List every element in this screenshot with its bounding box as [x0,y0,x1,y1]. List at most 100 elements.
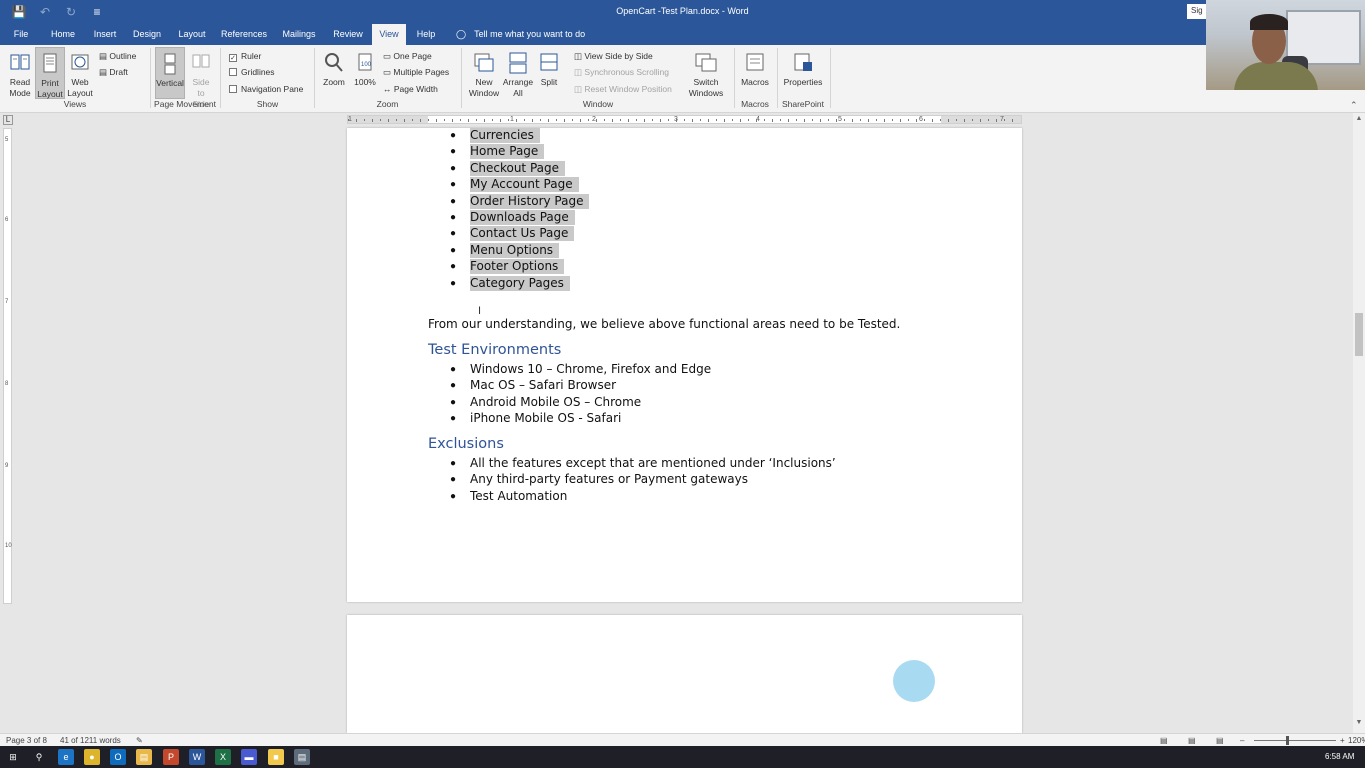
bullet-icon: ● [450,458,457,469]
list-item[interactable]: Contact Us Page [470,226,575,241]
list-item[interactable]: Menu Options [470,243,560,258]
web-layout-button[interactable]: Web Layout [66,51,94,99]
print-layout-view-icon[interactable]: ▤ [1188,736,1196,745]
list-item[interactable]: Any third-party features or Payment gate… [470,472,748,486]
list-item-text: Menu Options [470,243,560,258]
scroll-up-icon[interactable]: ▲ [1353,115,1365,122]
notes-icon[interactable]: ■ [268,749,284,765]
tell-me-search[interactable]: ◯ Tell me what you want to do [456,24,585,45]
read-mode-button[interactable]: Read Mode [6,51,34,99]
horizontal-ruler[interactable]: 1 1 2 3 4 5 6 7 [347,115,1022,124]
list-item[interactable]: Category Pages [470,276,570,291]
print-layout-button[interactable]: Print Layout [35,47,65,99]
tab-layout[interactable]: Layout [175,24,209,45]
word-icon[interactable]: W [189,749,205,765]
vertical-button[interactable]: Vertical [155,47,185,99]
tab-selector[interactable]: L [3,115,13,125]
tab-insert[interactable]: Insert [90,24,120,45]
clock[interactable]: 6:58 AM [1325,752,1354,761]
page-width-button[interactable]: ↔ Page Width [383,82,438,96]
exclusions-heading[interactable]: Exclusions [428,436,504,452]
multiple-pages-label: Multiple Pages [393,67,450,77]
tab-references[interactable]: References [221,24,267,45]
ruler-tick [804,119,805,122]
ruler-tick [548,119,549,122]
ruler-tick [380,119,381,121]
word-count[interactable]: 41 of 1211 words [60,736,121,745]
tab-file[interactable]: File [8,24,34,45]
list-item[interactable]: iPhone Mobile OS - Safari [470,411,621,425]
web-layout-view-icon[interactable]: ▤ [1216,736,1224,745]
chat-icon[interactable]: ▬ [241,749,257,765]
ribbon-separator [314,48,315,108]
tab-review[interactable]: Review [330,24,366,45]
reset-window-position-button[interactable]: ◫ Reset Window Position [574,82,672,96]
switch-windows-button[interactable]: Switch Windows [684,51,728,99]
list-item[interactable]: All the features except that are mention… [470,456,836,470]
ruler-tick [580,119,581,122]
vertical-scrollbar[interactable]: ▲ ▼ [1353,113,1365,733]
outline-button[interactable]: ▤ Outline [99,49,136,63]
new-window-button[interactable]: New Window [467,51,501,99]
ruler-tick [644,119,645,122]
collapse-ribbon-icon[interactable]: ⌃ [1350,100,1358,111]
app-icon[interactable]: ▤ [294,749,310,765]
synchronous-scrolling-button[interactable]: ◫ Synchronous Scrolling [574,65,669,79]
zoom-100-button[interactable]: 100 100% [352,51,378,88]
navigation-pane-checkbox[interactable]: Navigation Pane [229,82,303,96]
draft-button[interactable]: ▤ Draft [99,65,128,79]
tab-design[interactable]: Design [132,24,162,45]
file-explorer-icon[interactable]: ▤ [136,749,152,765]
one-page-button[interactable]: ▭ One Page [383,49,432,63]
ruler-checkbox[interactable]: ✓ Ruler [229,49,261,63]
zoom-button[interactable]: Zoom [320,51,348,88]
body-paragraph[interactable]: From our understanding, we believe above… [428,317,900,331]
tab-help[interactable]: Help [412,24,440,45]
split-button[interactable]: Split [536,51,562,88]
list-item[interactable]: Order History Page [470,194,590,209]
ruler-tick [732,119,733,121]
multiple-pages-button[interactable]: ▭ Multiple Pages [383,65,449,79]
list-item[interactable]: Mac OS – Safari Browser [470,378,616,392]
test-environments-heading[interactable]: Test Environments [428,342,561,358]
list-item[interactable]: Currencies [470,128,540,143]
zoom-level[interactable]: 120% [1348,736,1365,745]
search-icon[interactable]: ⚲ [31,749,47,765]
scrollbar-thumb[interactable] [1355,313,1363,356]
view-side-by-side-button[interactable]: ◫ View Side by Side [574,49,653,63]
list-item[interactable]: My Account Page [470,177,579,192]
zoom-in-icon[interactable]: + [1340,736,1345,745]
vertical-ruler[interactable]: 5 6 7 8 9 10 [3,128,12,604]
list-item[interactable]: Android Mobile OS – Chrome [470,395,641,409]
list-item[interactable]: Windows 10 – Chrome, Firefox and Edge [470,362,711,376]
properties-button[interactable]: Properties [782,51,824,88]
tab-home[interactable]: Home [48,24,78,45]
scroll-down-icon[interactable]: ▼ [1353,719,1365,726]
zoom-out-icon[interactable]: – [1240,736,1244,745]
chrome-icon[interactable]: ● [84,749,100,765]
powerpoint-icon[interactable]: P [163,749,179,765]
read-mode-view-icon[interactable]: ▤ [1160,736,1168,745]
tab-mailings[interactable]: Mailings [280,24,318,45]
proofing-icon[interactable]: ✎ [136,736,143,745]
bullet-icon: ● [450,228,457,239]
edge-icon[interactable]: e [58,749,74,765]
gridlines-checkbox[interactable]: Gridlines [229,65,275,79]
list-item[interactable]: Footer Options [470,259,565,274]
windows-start-icon[interactable]: ⊞ [5,749,21,765]
list-item[interactable]: Checkout Page [470,161,566,176]
tab-view[interactable]: View [372,24,406,45]
arrange-all-button[interactable]: Arrange All [502,51,534,99]
zoom-slider[interactable] [1254,740,1336,741]
ruler-tick [964,119,965,122]
page-count[interactable]: Page 3 of 8 [6,736,47,745]
outlook-icon[interactable]: O [110,749,126,765]
list-item[interactable]: Downloads Page [470,210,575,225]
macros-button[interactable]: Macros [738,51,772,88]
ruler-tick [932,119,933,122]
list-item[interactable]: Test Automation [470,489,567,503]
excel-icon[interactable]: X [215,749,231,765]
vruler-number: 9 [5,463,9,469]
list-item[interactable]: Home Page [470,144,545,159]
zoom-slider-thumb[interactable] [1286,736,1289,745]
